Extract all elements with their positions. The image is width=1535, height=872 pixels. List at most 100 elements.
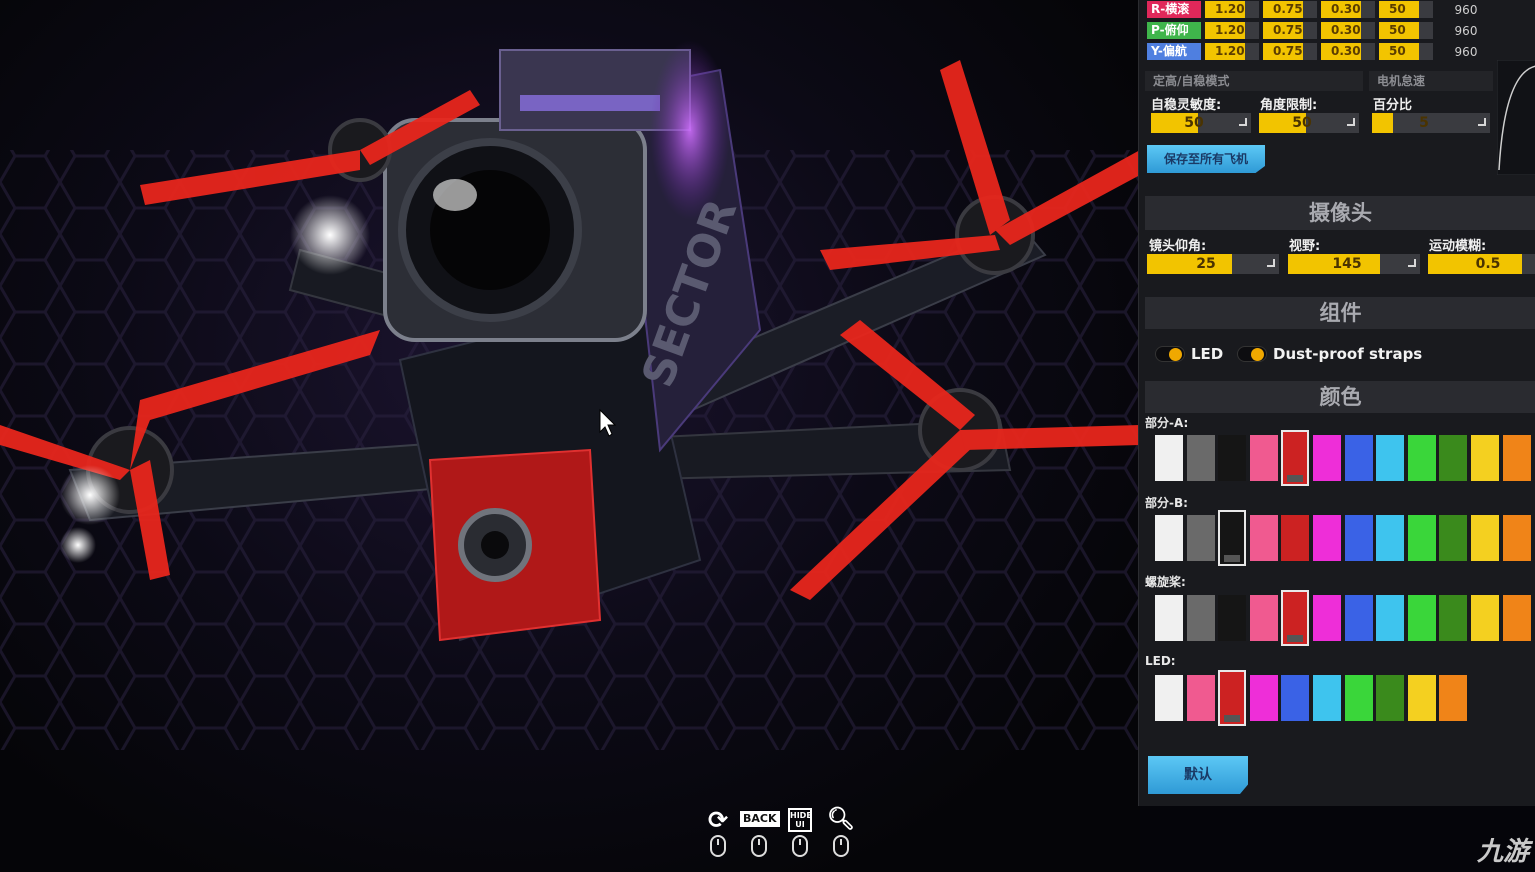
propeller-color-swatch[interactable] bbox=[1281, 590, 1310, 646]
part-b-color-swatch[interactable] bbox=[1407, 515, 1436, 561]
part-a-color-swatch[interactable] bbox=[1471, 435, 1499, 481]
propeller-color-swatch[interactable] bbox=[1218, 595, 1247, 641]
part-a-color-swatch[interactable] bbox=[1407, 435, 1436, 481]
sensitivity-value: 50 bbox=[1184, 115, 1204, 131]
led-color-swatch[interactable] bbox=[1313, 675, 1341, 721]
part-b-color-swatch[interactable] bbox=[1313, 515, 1341, 561]
pid-rate-value: 960 bbox=[1454, 44, 1478, 59]
part-a-color-swatch[interactable] bbox=[1439, 435, 1468, 481]
part-a-color-swatch[interactable] bbox=[1249, 435, 1278, 481]
zoom-tool[interactable]: 🔍︎ bbox=[826, 806, 856, 857]
slider-resize-icon bbox=[1478, 118, 1486, 126]
part-a-color-swatch[interactable] bbox=[1186, 435, 1215, 481]
back-tool[interactable]: BACK bbox=[740, 806, 780, 857]
propeller-label: 螺旋桨: bbox=[1145, 575, 1186, 589]
pid-rate-value: 960 bbox=[1454, 23, 1478, 38]
percent-slider[interactable]: 5 bbox=[1372, 113, 1490, 133]
part-b-color-swatch[interactable] bbox=[1249, 515, 1278, 561]
part-b-color-swatch[interactable] bbox=[1186, 515, 1215, 561]
angle-limit-slider[interactable]: 50 bbox=[1259, 113, 1359, 133]
led-color-swatch[interactable] bbox=[1407, 675, 1436, 721]
throttle-curve-graph bbox=[1497, 60, 1535, 175]
save-to-all-aircraft-button[interactable]: 保存至所有飞机 bbox=[1147, 145, 1265, 173]
part-a-color-swatch[interactable] bbox=[1155, 435, 1183, 481]
motion-blur-slider[interactable]: 0.5 bbox=[1428, 254, 1535, 274]
camera-section-header: 摄像头 bbox=[1145, 196, 1535, 230]
pid-d-input[interactable]: 0.30 bbox=[1321, 1, 1375, 18]
watermark-logo: 九游 bbox=[1476, 837, 1529, 867]
part-b-color-swatch[interactable] bbox=[1376, 515, 1405, 561]
led-color-swatch[interactable] bbox=[1186, 675, 1215, 721]
camera-tilt-slider[interactable]: 25 bbox=[1147, 254, 1279, 274]
pid-p-input[interactable]: 1.20 bbox=[1205, 22, 1259, 39]
pid-axis-label: R-横滚 bbox=[1147, 1, 1201, 18]
pid-f-input[interactable]: 50 bbox=[1379, 22, 1433, 39]
part-b-color-swatch[interactable] bbox=[1281, 515, 1310, 561]
part-a-color-swatch[interactable] bbox=[1376, 435, 1405, 481]
pid-p-input[interactable]: 1.20 bbox=[1205, 1, 1259, 18]
scroll-mouse-icon bbox=[833, 835, 849, 857]
percent-value: 5 bbox=[1419, 115, 1429, 131]
propeller-color-swatch[interactable] bbox=[1471, 595, 1499, 641]
propeller-color-swatch[interactable] bbox=[1439, 595, 1468, 641]
pid-i-input[interactable]: 0.75 bbox=[1263, 22, 1317, 39]
part-b-color-swatch[interactable] bbox=[1155, 515, 1183, 561]
propeller-color-swatch[interactable] bbox=[1313, 595, 1341, 641]
part-b-color-swatch[interactable] bbox=[1218, 510, 1247, 566]
part-b-color-swatch[interactable] bbox=[1502, 515, 1531, 561]
right-mouse-icon bbox=[792, 835, 808, 857]
pid-i-input[interactable]: 0.75 bbox=[1263, 1, 1317, 18]
hide-ui-tool[interactable]: HIDE UI bbox=[785, 806, 815, 857]
percent-label: 百分比 bbox=[1373, 98, 1413, 113]
propeller-color-swatch[interactable] bbox=[1155, 595, 1183, 641]
colors-section-header: 颜色 bbox=[1145, 381, 1535, 413]
pid-i-input[interactable]: 0.75 bbox=[1263, 43, 1317, 60]
pid-f-input[interactable]: 50 bbox=[1379, 43, 1433, 60]
part-b-color-swatch[interactable] bbox=[1471, 515, 1499, 561]
led-color-swatch[interactable] bbox=[1218, 670, 1247, 726]
fov-slider[interactable]: 145 bbox=[1288, 254, 1420, 274]
led-color-swatch[interactable] bbox=[1155, 675, 1183, 721]
sensitivity-slider[interactable]: 50 bbox=[1151, 113, 1251, 133]
led-color-swatch[interactable] bbox=[1281, 675, 1310, 721]
toggle-switch-icon bbox=[1237, 346, 1267, 362]
default-button[interactable]: 默认 bbox=[1148, 756, 1248, 794]
pid-d-input[interactable]: 0.30 bbox=[1321, 22, 1375, 39]
dust-proof-straps-toggle[interactable]: Dust-proof straps bbox=[1237, 345, 1422, 363]
rotate-icon: ⟳ bbox=[707, 806, 729, 834]
toggle-switch-icon bbox=[1155, 346, 1185, 362]
pid-f-input[interactable]: 50 bbox=[1379, 1, 1433, 18]
led-color-label: LED: bbox=[1145, 654, 1176, 668]
part-a-color-swatch[interactable] bbox=[1344, 435, 1373, 481]
slider-resize-icon bbox=[1267, 259, 1275, 267]
part-a-color-swatch[interactable] bbox=[1313, 435, 1341, 481]
part-b-color-swatch[interactable] bbox=[1439, 515, 1468, 561]
pid-rate-value: 960 bbox=[1454, 2, 1478, 17]
propeller-color-swatch[interactable] bbox=[1376, 595, 1405, 641]
part-a-label: 部分-A: bbox=[1145, 416, 1189, 430]
slider-resize-icon bbox=[1347, 118, 1355, 126]
propeller-color-swatch[interactable] bbox=[1502, 595, 1531, 641]
camera-tilt-label: 镜头仰角: bbox=[1149, 239, 1207, 254]
part-b-color-swatch[interactable] bbox=[1344, 515, 1373, 561]
pid-d-input[interactable]: 0.30 bbox=[1321, 43, 1375, 60]
led-color-swatch[interactable] bbox=[1249, 675, 1278, 721]
rotate-tool[interactable]: ⟳ bbox=[703, 806, 733, 857]
propeller-color-swatch[interactable] bbox=[1344, 595, 1373, 641]
slider-resize-icon bbox=[1408, 259, 1416, 267]
part-a-color-swatch[interactable] bbox=[1281, 430, 1310, 486]
left-mouse-icon bbox=[710, 835, 726, 857]
pid-p-input[interactable]: 1.20 bbox=[1205, 43, 1259, 60]
led-color-swatch[interactable] bbox=[1439, 675, 1468, 721]
propeller-color-swatch[interactable] bbox=[1407, 595, 1436, 641]
drone-viewport[interactable]: SECTOR bbox=[0, 0, 1140, 872]
led-color-swatch[interactable] bbox=[1344, 675, 1373, 721]
led-toggle[interactable]: LED bbox=[1155, 345, 1223, 363]
part-a-color-swatch[interactable] bbox=[1502, 435, 1531, 481]
led-color-swatch[interactable] bbox=[1376, 675, 1405, 721]
settings-panel: R-横滚 1.20 0.75 0.30 50 960 P-俯仰 1.20 0.75 0.30 50 9… bbox=[1138, 0, 1535, 806]
propeller-color-swatch[interactable] bbox=[1249, 595, 1278, 641]
led-toggle-label: LED bbox=[1191, 345, 1224, 363]
propeller-color-swatch[interactable] bbox=[1186, 595, 1215, 641]
part-a-color-swatch[interactable] bbox=[1218, 435, 1247, 481]
